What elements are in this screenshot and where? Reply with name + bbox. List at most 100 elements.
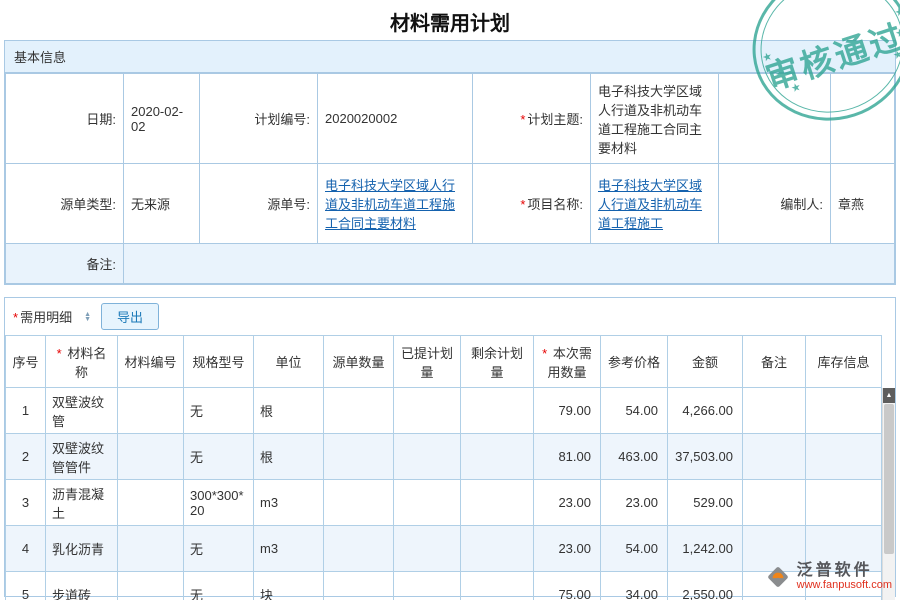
column-header-seq: 序号 xyxy=(6,336,46,388)
table-cell-source-qty xyxy=(324,434,394,480)
project-label: *项目名称: xyxy=(473,164,591,244)
table-cell-remark xyxy=(743,388,806,434)
table-cell-material-code xyxy=(118,388,184,434)
table-cell-material-code xyxy=(118,480,184,526)
table-cell-submitted-qty xyxy=(394,434,461,480)
table-cell-amount: 2,550.00 xyxy=(668,572,743,600)
plan-topic-value: 电子科技大学区域人行道及非机动车道工程施工合同主要材料 xyxy=(591,74,719,164)
table-row[interactable]: 1双壁波纹管无根79.0054.004,266.00 xyxy=(6,388,882,434)
table-cell-remaining-qty xyxy=(461,388,534,434)
required-marker: * xyxy=(57,346,66,361)
table-cell-spec: 无 xyxy=(184,434,254,480)
fanpu-logo-icon xyxy=(765,564,791,590)
source-no-value: 电子科技大学区域人行道及非机动车道工程施工合同主要材料 xyxy=(318,164,473,244)
table-cell-unit: m3 xyxy=(254,526,324,572)
project-value: 电子科技大学区域人行道及非机动车道工程施工 xyxy=(591,164,719,244)
column-header-remark: 备注 xyxy=(743,336,806,388)
scroll-up-button[interactable]: ▲ xyxy=(883,388,895,403)
table-cell-remark xyxy=(743,434,806,480)
author-value: 章燕 xyxy=(831,164,895,244)
basic-info-table: 日期: 2020-02-02 计划编号: 2020020002 *计划主题: 电… xyxy=(5,73,895,284)
table-cell-remaining-qty xyxy=(461,572,534,600)
required-marker: * xyxy=(520,112,525,127)
table-cell-ref-price: 23.00 xyxy=(601,480,668,526)
detail-table-wrap: 序号* 材料名称材料编号规格型号单位源单数量已提计划量剩余计划量* 本次需用数量… xyxy=(5,335,895,600)
table-cell-required-qty: 81.00 xyxy=(534,434,601,480)
column-header-required-qty: * 本次需用数量 xyxy=(534,336,601,388)
table-cell-amount: 4,266.00 xyxy=(668,388,743,434)
table-cell-source-qty xyxy=(324,480,394,526)
brand-name: 泛普软件 xyxy=(797,562,892,579)
table-cell-unit: 块 xyxy=(254,572,324,600)
table-cell-remark xyxy=(743,480,806,526)
export-button[interactable]: 导出 xyxy=(101,303,159,330)
table-cell-seq: 4 xyxy=(6,526,46,572)
table-cell-spec: 无 xyxy=(184,388,254,434)
required-marker: * xyxy=(542,346,551,361)
column-header-stock-info: 库存信息 xyxy=(806,336,882,388)
table-cell-material-name: 步道砖 xyxy=(46,572,118,600)
remark-label: 备注: xyxy=(6,244,124,284)
table-cell-seq: 1 xyxy=(6,388,46,434)
detail-section: *需用明细 ▲ ▼ 导出 序号* 材料名称材料编号规格型号单位源单数量已提计划量… xyxy=(4,297,896,597)
detail-table-body: 1双壁波纹管无根79.0054.004,266.002双壁波纹管管件无根81.0… xyxy=(6,388,882,600)
table-cell-unit: 根 xyxy=(254,388,324,434)
column-header-material-code: 材料编号 xyxy=(118,336,184,388)
table-row[interactable]: 4乳化沥青无m323.0054.001,242.00 xyxy=(6,526,882,572)
basic-info-section: 基本信息 日期: 2020-02-02 计划编号: 2020020002 *计划… xyxy=(4,40,896,285)
table-row[interactable]: 2双壁波纹管管件无根81.00463.0037,503.00 xyxy=(6,434,882,480)
column-header-material-name: * 材料名称 xyxy=(46,336,118,388)
table-cell-remaining-qty xyxy=(461,434,534,480)
table-cell-stock-info xyxy=(806,434,882,480)
table-cell-amount: 529.00 xyxy=(668,480,743,526)
required-marker: * xyxy=(13,310,18,325)
sort-icon[interactable]: ▲ ▼ xyxy=(84,312,91,322)
source-no-label: 源单号: xyxy=(200,164,318,244)
column-header-submitted-qty: 已提计划量 xyxy=(394,336,461,388)
table-cell-spec: 无 xyxy=(184,526,254,572)
table-cell-spec: 300*300*20 xyxy=(184,480,254,526)
plan-topic-label: *计划主题: xyxy=(473,74,591,164)
table-cell-material-code xyxy=(118,434,184,480)
table-cell-ref-price: 54.00 xyxy=(601,526,668,572)
plan-no-value: 2020020002 xyxy=(318,74,473,164)
table-cell-required-qty: 23.00 xyxy=(534,526,601,572)
detail-section-header: *需用明细 ▲ ▼ 导出 xyxy=(5,298,895,335)
detail-section-title: *需用明细 xyxy=(13,307,72,326)
remark-value xyxy=(124,244,895,284)
detail-table: 序号* 材料名称材料编号规格型号单位源单数量已提计划量剩余计划量* 本次需用数量… xyxy=(5,335,882,600)
project-link[interactable]: 电子科技大学区域人行道及非机动车道工程施工 xyxy=(598,178,702,231)
table-cell-source-qty xyxy=(324,526,394,572)
table-cell-submitted-qty xyxy=(394,480,461,526)
brand-watermark: 泛普软件 www.fanpusoft.com xyxy=(765,562,892,591)
table-cell-remaining-qty xyxy=(461,480,534,526)
source-no-link[interactable]: 电子科技大学区域人行道及非机动车道工程施工合同主要材料 xyxy=(325,178,455,231)
table-cell-material-name: 双壁波纹管 xyxy=(46,388,118,434)
source-type-value: 无来源 xyxy=(124,164,200,244)
required-marker: * xyxy=(520,197,525,212)
table-cell-submitted-qty xyxy=(394,388,461,434)
table-cell-required-qty: 23.00 xyxy=(534,480,601,526)
table-cell-spec: 无 xyxy=(184,572,254,600)
column-header-ref-price: 参考价格 xyxy=(601,336,668,388)
column-header-source-qty: 源单数量 xyxy=(324,336,394,388)
table-cell-material-name: 乳化沥青 xyxy=(46,526,118,572)
column-header-spec: 规格型号 xyxy=(184,336,254,388)
table-cell-ref-price: 54.00 xyxy=(601,388,668,434)
table-cell-stock-info xyxy=(806,388,882,434)
date-value: 2020-02-02 xyxy=(124,74,200,164)
scrollbar-thumb[interactable] xyxy=(884,404,894,554)
column-header-unit: 单位 xyxy=(254,336,324,388)
table-row[interactable]: 3沥青混凝土300*300*20m323.0023.00529.00 xyxy=(6,480,882,526)
table-cell-amount: 37,503.00 xyxy=(668,434,743,480)
table-cell-stock-info xyxy=(806,480,882,526)
table-cell-ref-price: 463.00 xyxy=(601,434,668,480)
empty-value xyxy=(831,74,895,164)
table-cell-material-code xyxy=(118,526,184,572)
table-cell-material-name: 双壁波纹管管件 xyxy=(46,434,118,480)
column-header-amount: 金额 xyxy=(668,336,743,388)
table-row[interactable]: 5步道砖无块75.0034.002,550.00 xyxy=(6,572,882,600)
table-cell-material-name: 沥青混凝土 xyxy=(46,480,118,526)
table-cell-ref-price: 34.00 xyxy=(601,572,668,600)
brand-url[interactable]: www.fanpusoft.com xyxy=(797,579,892,591)
